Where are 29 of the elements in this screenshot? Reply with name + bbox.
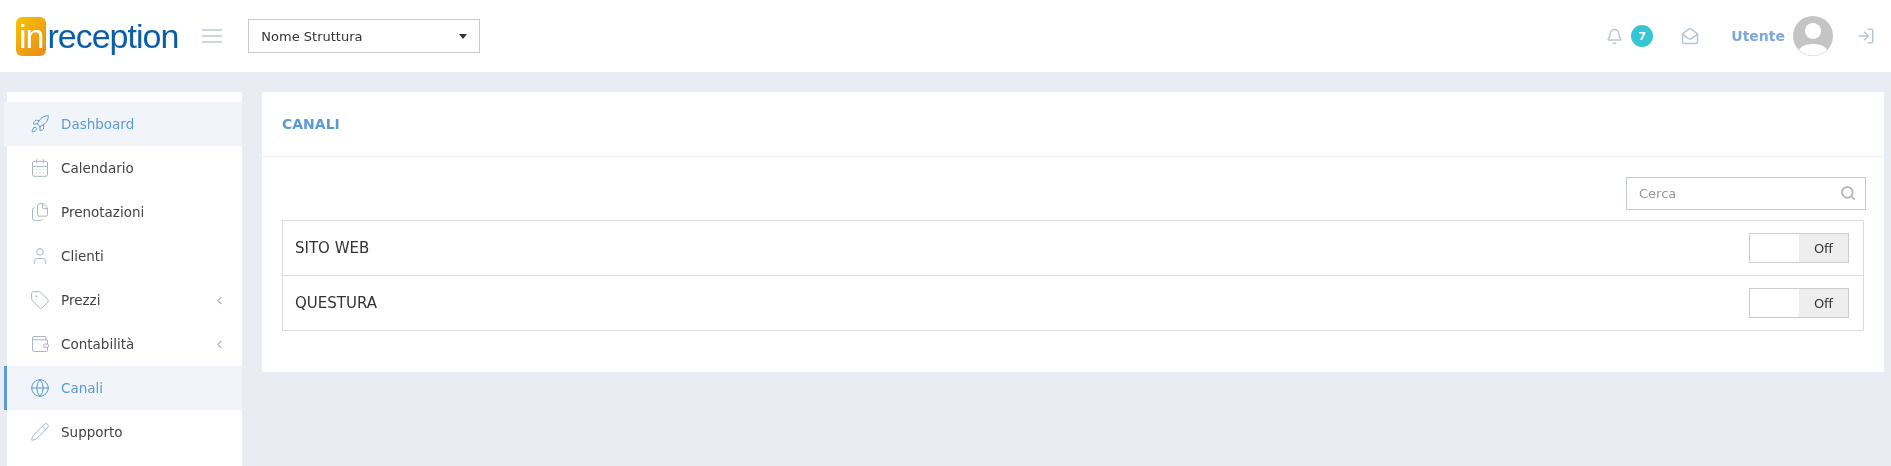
wallet-icon [30,334,50,354]
sidebar-item[interactable]: Supporto [4,410,242,454]
calendar-icon [30,158,50,178]
avatar[interactable] [1793,16,1833,56]
sidebar-item[interactable]: Clienti [4,234,242,278]
search-field[interactable]: Cerca [1626,177,1866,210]
menu-icon[interactable] [202,29,223,43]
logout-icon[interactable] [1857,27,1875,45]
documents-icon [30,202,50,222]
tag-icon [30,290,50,310]
search-icon [1840,185,1856,201]
notification-count: 7 [1631,25,1654,47]
sidebar-item[interactable]: Prenotazioni [4,190,242,234]
rocket-icon [30,114,50,134]
caret-icon [459,33,468,39]
sidebar-item[interactable]: Prezzi [4,278,242,322]
envelope-icon[interactable] [1681,27,1700,45]
property-select[interactable]: Nome Struttura [248,19,481,53]
globe-icon [30,378,50,398]
channel-name: SITO WEB [295,239,371,257]
panel-title: CANALI [282,116,340,132]
logo: inreception [16,16,179,56]
channel-name: QUESTURA [295,294,378,312]
toggle-switch[interactable]: Off [1749,233,1849,263]
bell-icon[interactable] [1606,27,1624,45]
pencil-icon [30,422,50,442]
sidebar-item[interactable]: Calendario [4,146,242,190]
sidebar-item[interactable]: Contabilità [4,322,242,366]
toggle-switch[interactable]: Off [1749,288,1849,318]
